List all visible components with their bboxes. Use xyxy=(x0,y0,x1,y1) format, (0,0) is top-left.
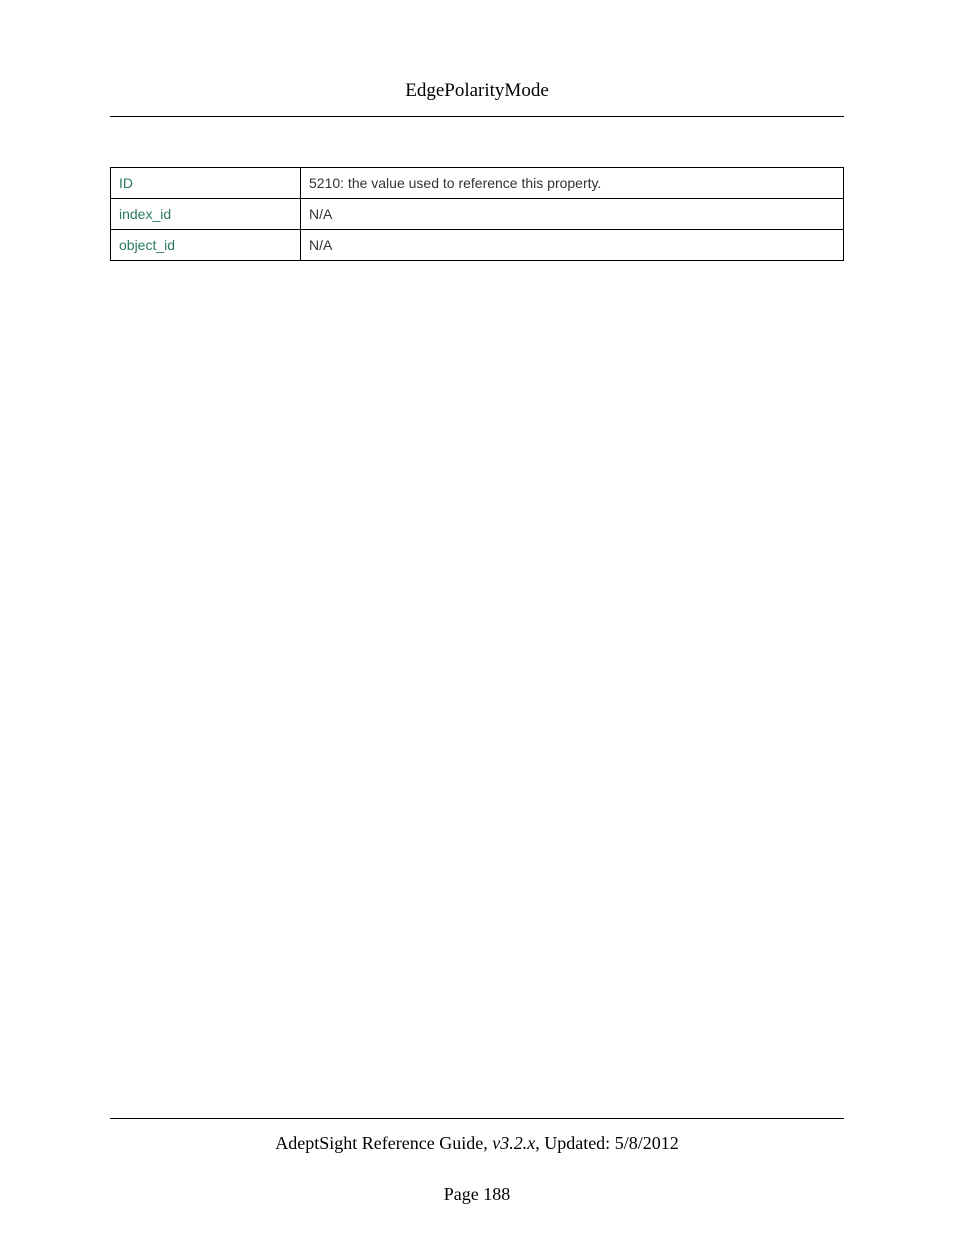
page-number: Page 188 xyxy=(110,1184,844,1205)
table-row: index_id N/A xyxy=(111,199,844,230)
table-value: N/A xyxy=(301,230,844,261)
guide-name: AdeptSight Reference Guide xyxy=(275,1133,483,1153)
property-table: ID 5210: the value used to reference thi… xyxy=(110,167,844,261)
updated-label: , Updated: xyxy=(535,1133,614,1153)
footer-text: AdeptSight Reference Guide, v3.2.x, Upda… xyxy=(110,1133,844,1154)
page-label: Page xyxy=(444,1184,484,1204)
table-key: ID xyxy=(111,168,301,199)
page-footer: AdeptSight Reference Guide, v3.2.x, Upda… xyxy=(110,1118,844,1235)
footer-divider xyxy=(110,1118,844,1119)
page-title: EdgePolarityMode xyxy=(110,80,844,116)
header-divider xyxy=(110,116,844,117)
table-row: ID 5210: the value used to reference thi… xyxy=(111,168,844,199)
page-num: 188 xyxy=(483,1184,510,1204)
table-row: object_id N/A xyxy=(111,230,844,261)
updated-date: 5/8/2012 xyxy=(615,1133,679,1153)
table-key: index_id xyxy=(111,199,301,230)
table-key: object_id xyxy=(111,230,301,261)
version: , v3.2.x xyxy=(483,1133,535,1153)
table-value: N/A xyxy=(301,199,844,230)
table-value: 5210: the value used to reference this p… xyxy=(301,168,844,199)
